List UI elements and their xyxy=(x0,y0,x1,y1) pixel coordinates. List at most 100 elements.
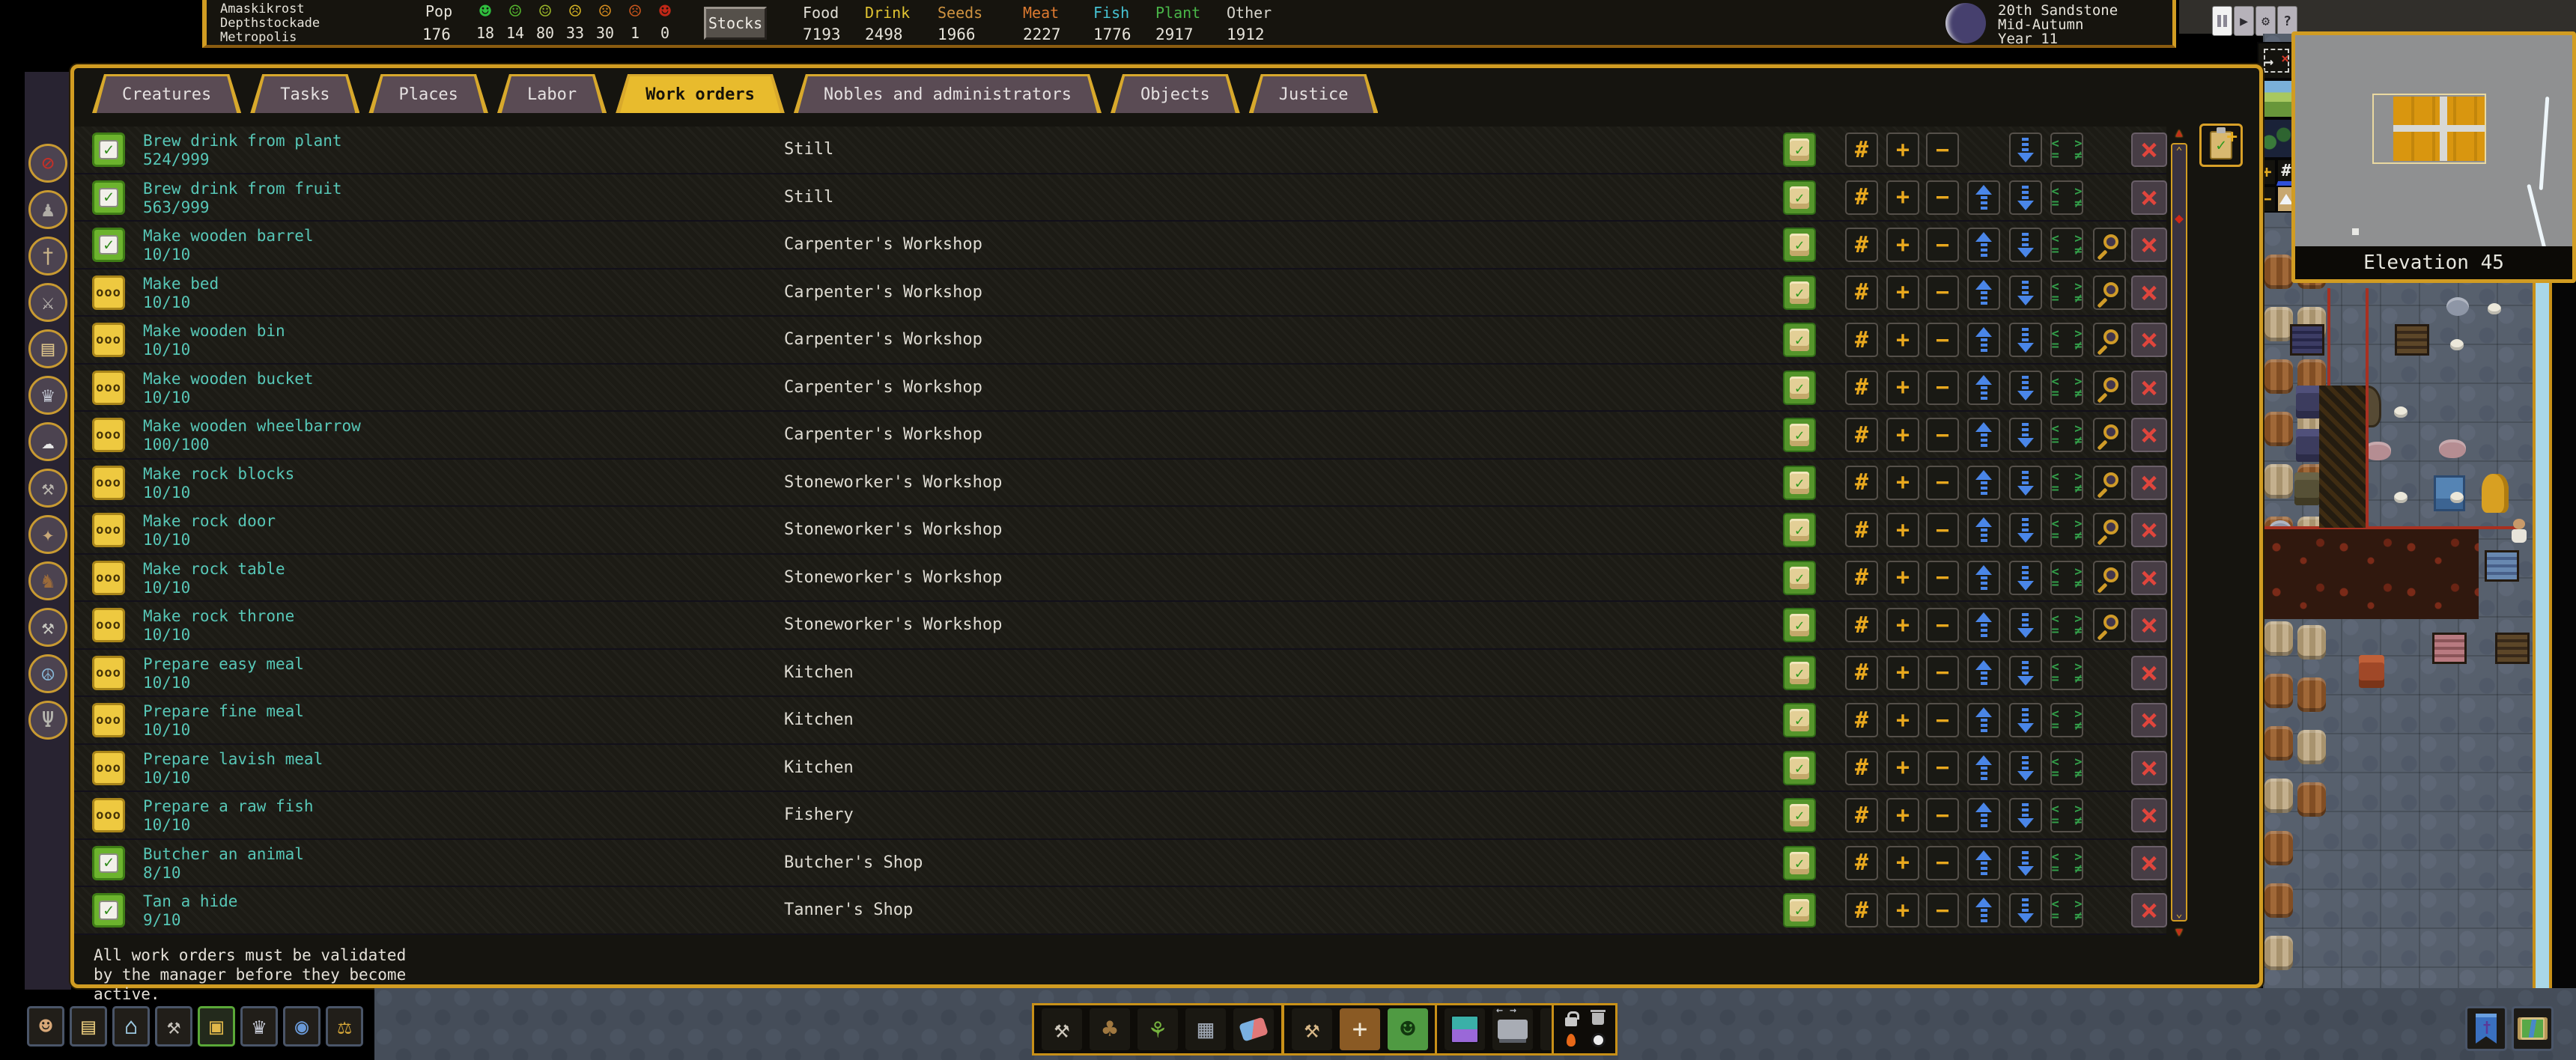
set-quantity-button[interactable]: # xyxy=(1845,323,1878,357)
order-details-button[interactable]: ✓ xyxy=(1783,561,1816,595)
conditions-button[interactable]: < >= ≠ xyxy=(2050,228,2083,262)
set-quantity-button[interactable]: # xyxy=(1845,751,1878,785)
increase-quantity-button[interactable]: + xyxy=(1886,798,1919,832)
decrease-quantity-button[interactable]: − xyxy=(1926,703,1959,737)
decrease-quantity-button[interactable]: − xyxy=(1926,323,1959,357)
set-quantity-button[interactable]: # xyxy=(1845,371,1878,405)
decrease-quantity-button[interactable]: − xyxy=(1926,608,1959,642)
select-workshop-button[interactable] xyxy=(2093,275,2126,310)
move-down-button[interactable] xyxy=(2009,846,2042,880)
move-down-button[interactable] xyxy=(2009,561,2042,595)
set-quantity-button[interactable]: # xyxy=(1845,608,1878,642)
remove-order-button[interactable]: × xyxy=(2131,893,2167,928)
scroll-up-chevron[interactable]: ⌃ xyxy=(2172,146,2186,156)
tab-nobles-and-administrators[interactable]: Nobles and administrators xyxy=(794,74,1102,113)
move-down-button[interactable] xyxy=(2009,513,2042,547)
select-workshop-button[interactable] xyxy=(2093,608,2126,642)
scroll-down-chevron[interactable]: ⌄ xyxy=(2172,908,2186,919)
move-down-button[interactable] xyxy=(2009,893,2042,928)
move-up-button[interactable] xyxy=(1967,513,2000,547)
toggle-hide[interactable] xyxy=(1590,1031,1606,1049)
remove-order-button[interactable]: × xyxy=(2131,323,2167,357)
order-validated-checkbox[interactable]: ✓ xyxy=(92,180,125,215)
order-pending-button[interactable]: ooo xyxy=(92,323,125,357)
order-details-button[interactable]: ✓ xyxy=(1783,275,1816,310)
select-workshop-button[interactable] xyxy=(2093,371,2126,405)
move-up-button[interactable] xyxy=(1967,656,2000,690)
select-workshop-button[interactable] xyxy=(2093,323,2126,357)
remove-order-button[interactable]: × xyxy=(2131,513,2167,547)
sidebar-icon-forbid[interactable]: ⊘ xyxy=(28,144,67,183)
increase-quantity-button[interactable]: + xyxy=(1886,513,1919,547)
settings-button[interactable]: ⚙ xyxy=(2255,6,2276,36)
move-up-button[interactable] xyxy=(1967,466,2000,500)
conditions-button[interactable]: < >= ≠ xyxy=(2050,371,2083,405)
order-details-button[interactable]: ✓ xyxy=(1783,751,1816,785)
conditions-button[interactable]: < >= ≠ xyxy=(2050,893,2083,928)
toggle-dump[interactable] xyxy=(1590,1010,1606,1028)
order-details-button[interactable]: ✓ xyxy=(1783,180,1816,215)
remove-order-button[interactable]: × xyxy=(2131,228,2167,262)
set-quantity-button[interactable]: # xyxy=(1845,418,1878,452)
sidebar-icon-nursery[interactable]: ☮ xyxy=(28,654,67,693)
remove-order-button[interactable]: × xyxy=(2131,798,2167,832)
decrease-quantity-button[interactable]: − xyxy=(1926,466,1959,500)
tab-places[interactable]: Places xyxy=(368,74,487,113)
remove-order-button[interactable]: × xyxy=(2131,751,2167,785)
decrease-quantity-button[interactable]: − xyxy=(1926,656,1959,690)
order-details-button[interactable]: ✓ xyxy=(1783,132,1816,167)
sidebar-icon-mining-sack[interactable]: ✦ xyxy=(28,515,67,554)
move-down-button[interactable] xyxy=(2009,418,2042,452)
set-quantity-button[interactable]: # xyxy=(1845,228,1878,262)
move-down-button[interactable] xyxy=(2009,608,2042,642)
tab-tasks[interactable]: Tasks xyxy=(250,74,359,113)
move-up-button[interactable] xyxy=(1967,703,2000,737)
move-down-button[interactable] xyxy=(2009,466,2042,500)
order-pending-button[interactable]: ooo xyxy=(92,751,125,785)
move-down-button[interactable] xyxy=(2009,132,2042,167)
order-validated-checkbox[interactable]: ✓ xyxy=(92,228,125,262)
order-pending-button[interactable]: ooo xyxy=(92,513,125,547)
decrease-quantity-button[interactable]: − xyxy=(1926,513,1959,547)
order-validated-checkbox[interactable]: ✓ xyxy=(92,846,125,880)
order-details-button[interactable]: ✓ xyxy=(1783,608,1816,642)
conditions-button[interactable]: < >= ≠ xyxy=(2050,561,2083,595)
move-down-button[interactable] xyxy=(2009,371,2042,405)
menu-button-citizens[interactable]: ☻ xyxy=(27,1006,64,1047)
minimap-terrain[interactable] xyxy=(2295,35,2572,246)
tool-chop-trees[interactable]: ♣ xyxy=(1090,1008,1130,1050)
decrease-quantity-button[interactable]: − xyxy=(1926,798,1959,832)
tool-mine[interactable]: ⚒ xyxy=(1042,1008,1082,1050)
decrease-quantity-button[interactable]: − xyxy=(1926,561,1959,595)
move-up-button[interactable] xyxy=(1967,323,2000,357)
set-quantity-button[interactable]: # xyxy=(1845,275,1878,310)
decrease-quantity-button[interactable]: − xyxy=(1926,751,1959,785)
order-pending-button[interactable]: ooo xyxy=(92,608,125,642)
move-up-button[interactable] xyxy=(1967,228,2000,262)
set-quantity-button[interactable]: # xyxy=(1845,656,1878,690)
remove-order-button[interactable]: × xyxy=(2131,371,2167,405)
order-details-button[interactable]: ✓ xyxy=(1783,513,1816,547)
decrease-quantity-button[interactable]: − xyxy=(1926,893,1959,928)
remove-order-button[interactable]: × xyxy=(2131,608,2167,642)
order-pending-button[interactable]: ooo xyxy=(92,703,125,737)
tool-build-structure[interactable]: ⚒ xyxy=(1292,1008,1332,1050)
scrollbar-thumb[interactable]: ◆ xyxy=(2173,209,2185,228)
order-details-button[interactable]: ✓ xyxy=(1783,323,1816,357)
move-up-button[interactable] xyxy=(1967,893,2000,928)
toggle-melt[interactable] xyxy=(1563,1031,1579,1049)
tab-objects[interactable]: Objects xyxy=(1111,74,1240,113)
set-quantity-button[interactable]: # xyxy=(1845,846,1878,880)
button-squads[interactable] xyxy=(2465,1006,2507,1051)
move-up-button[interactable] xyxy=(1967,751,2000,785)
order-validated-checkbox[interactable]: ✓ xyxy=(92,132,125,167)
tool-smooth-stone[interactable]: ▦ xyxy=(1185,1008,1226,1050)
increase-quantity-button[interactable]: + xyxy=(1886,893,1919,928)
remove-order-button[interactable]: × xyxy=(2131,180,2167,215)
order-pending-button[interactable]: ooo xyxy=(92,371,125,405)
increase-quantity-button[interactable]: + xyxy=(1886,466,1919,500)
menu-button-justice[interactable]: ⚖ xyxy=(326,1006,363,1047)
order-pending-button[interactable]: ooo xyxy=(92,275,125,310)
conditions-button[interactable]: < >= ≠ xyxy=(2050,703,2083,737)
move-down-button[interactable] xyxy=(2009,703,2042,737)
